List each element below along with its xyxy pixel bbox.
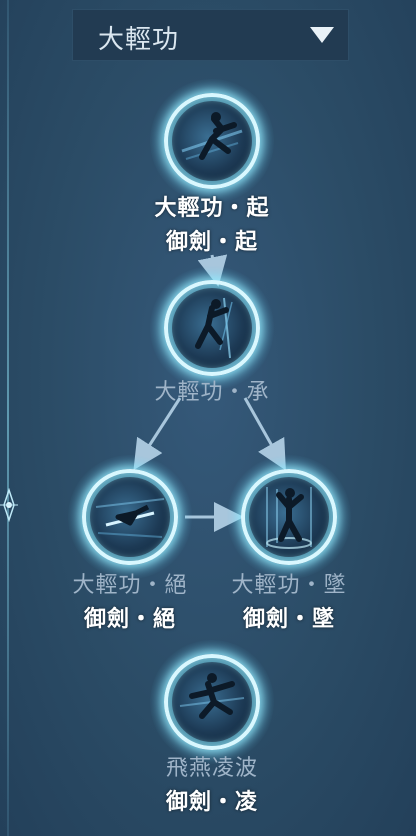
skill-name-cheng: 大輕功・承	[154, 380, 270, 405]
skill-node-ling[interactable]	[150, 640, 274, 764]
skill-node-cheng[interactable]	[150, 266, 274, 390]
node-ring	[164, 654, 260, 750]
skill-name-qi: 大輕功・起	[154, 195, 270, 221]
node-ring	[164, 93, 260, 189]
skill-node-zhui[interactable]	[227, 455, 351, 579]
skill-node-jue[interactable]	[68, 455, 192, 579]
skill-name-ling: 飛燕凌波	[165, 756, 258, 781]
skill-sub-qi: 御劍・起	[165, 229, 258, 255]
link-cheng-to-zhui	[243, 397, 286, 471]
skill-sub-ling: 御劍・凌	[165, 789, 258, 815]
link-cheng-to-jue	[133, 397, 182, 471]
node-ring	[241, 469, 337, 565]
skill-sub-zhui: 御劍・墜	[242, 606, 335, 632]
node-ring	[164, 280, 260, 376]
node-ring	[82, 469, 178, 565]
skill-node-qi[interactable]	[150, 79, 274, 203]
skill-name-zhui: 大輕功・墜	[231, 573, 347, 598]
